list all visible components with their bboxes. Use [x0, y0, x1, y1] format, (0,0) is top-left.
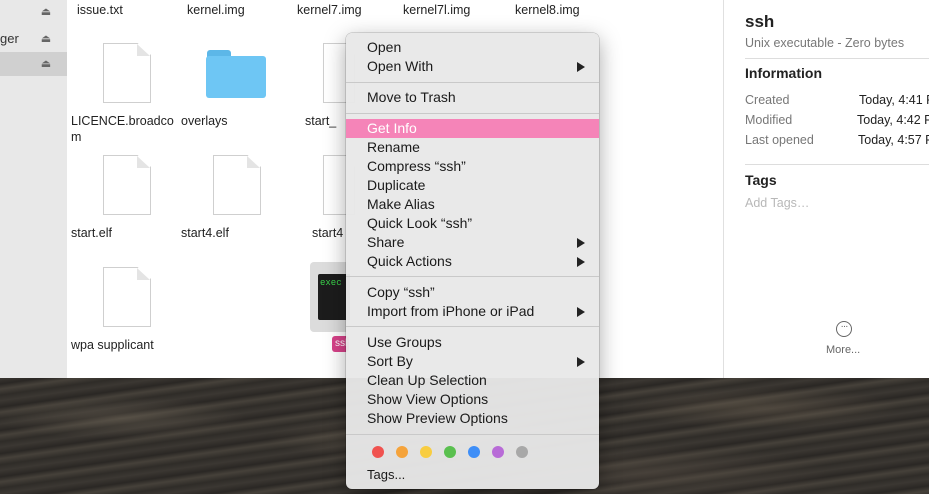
- file-label: start.elf: [71, 226, 112, 240]
- file-label: LICENCE.broadcom: [71, 114, 174, 144]
- menu-item-copy[interactable]: Copy “ssh”: [346, 283, 599, 302]
- context-menu: Open Open With Move to Trash Get Info Re…: [346, 33, 599, 489]
- last-opened-label: Last opened: [745, 133, 814, 147]
- file-label: start4.elf: [181, 226, 229, 240]
- more-button[interactable]: More...: [826, 344, 860, 356]
- menu-item-share[interactable]: Share: [346, 233, 599, 252]
- menu-item-import-from-iphone[interactable]: Import from iPhone or iPad: [346, 302, 599, 321]
- menu-item-get-info[interactable]: Get Info: [346, 119, 599, 138]
- tag-color-gray[interactable]: [516, 446, 528, 458]
- file-label-kernel[interactable]: kernel.img: [187, 2, 283, 18]
- created-value: Today, 4:41 P: [859, 93, 929, 107]
- tags-heading: Tags: [745, 172, 777, 188]
- page-fold-icon: [247, 156, 260, 168]
- menu-item-make-alias[interactable]: Make Alias: [346, 195, 599, 214]
- eject-icon[interactable]: ⏏: [40, 32, 52, 46]
- tag-color-yellow[interactable]: [420, 446, 432, 458]
- submenu-arrow-icon: [577, 238, 585, 248]
- file-label-kernel7[interactable]: kernel7.img: [297, 2, 393, 18]
- modified-value: Today, 4:42 P: [857, 113, 929, 127]
- tag-color-green[interactable]: [444, 446, 456, 458]
- menu-item-move-to-trash[interactable]: Move to Trash: [346, 88, 599, 107]
- sidebar-item-volume-selected[interactable]: ⏏: [0, 52, 67, 76]
- menu-item-show-view-options[interactable]: Show View Options: [346, 390, 599, 409]
- add-tags-input[interactable]: Add Tags…: [745, 196, 809, 210]
- file-label: wpa supplicant: [71, 338, 154, 352]
- menu-separator: [346, 326, 599, 327]
- inspector-title: ssh: [745, 12, 775, 31]
- menu-separator: [346, 82, 599, 83]
- menu-item-tags[interactable]: Tags...: [346, 466, 599, 485]
- executable-icon-selected[interactable]: exec: [310, 262, 350, 332]
- menu-item-show-preview-options[interactable]: Show Preview Options: [346, 409, 599, 428]
- menu-item-compress[interactable]: Compress “ssh”: [346, 157, 599, 176]
- menu-item-duplicate[interactable]: Duplicate: [346, 176, 599, 195]
- exec-icon-text: exec: [320, 278, 342, 288]
- eject-icon[interactable]: ⏏: [40, 5, 52, 19]
- sidebar-item-volume-1[interactable]: ⏏: [0, 0, 67, 24]
- inspector-subtitle: Unix executable - Zero bytes: [745, 36, 905, 50]
- more-icon[interactable]: ···: [836, 321, 852, 337]
- divider: [745, 164, 929, 165]
- submenu-arrow-icon: [577, 62, 585, 72]
- menu-item-sort-by[interactable]: Sort By: [346, 352, 599, 371]
- information-heading: Information: [745, 65, 822, 81]
- file-label: overlays: [181, 114, 228, 128]
- file-label-kernel7l[interactable]: kernel7l.img: [403, 2, 503, 18]
- menu-item-quick-look[interactable]: Quick Look “ssh”: [346, 214, 599, 233]
- eject-icon[interactable]: ⏏: [40, 57, 52, 71]
- menu-item-open-with[interactable]: Open With: [346, 57, 599, 76]
- sidebar: ⏏ ger ⏏ ⏏: [0, 0, 68, 378]
- tag-color-blue[interactable]: [468, 446, 480, 458]
- modified-label: Modified: [745, 113, 793, 127]
- menu-separator: [346, 276, 599, 277]
- menu-separator: [346, 113, 599, 114]
- submenu-arrow-icon: [577, 307, 585, 317]
- menu-item-rename[interactable]: Rename: [346, 138, 599, 157]
- menu-item-quick-actions[interactable]: Quick Actions: [346, 252, 599, 271]
- file-label-kernel8[interactable]: kernel8.img: [515, 2, 615, 18]
- folder-icon: [206, 56, 266, 98]
- menu-separator: [346, 434, 599, 435]
- divider: [745, 58, 929, 59]
- tag-color-red[interactable]: [372, 446, 384, 458]
- preview-inspector: ssh Unix executable - Zero bytes Informa…: [723, 0, 929, 378]
- tag-color-orange[interactable]: [396, 446, 408, 458]
- menu-item-use-groups[interactable]: Use Groups: [346, 333, 599, 352]
- file-label-issue[interactable]: issue.txt: [77, 2, 173, 18]
- created-label: Created: [745, 93, 790, 107]
- sidebar-item-volume-2[interactable]: ger ⏏: [0, 27, 67, 51]
- submenu-arrow-icon: [577, 357, 585, 367]
- submenu-arrow-icon: [577, 257, 585, 267]
- tag-color-purple[interactable]: [492, 446, 504, 458]
- menu-item-open[interactable]: Open: [346, 38, 599, 57]
- last-opened-value: Today, 4:57 P: [858, 133, 929, 147]
- sidebar-item-label: ger: [0, 31, 19, 46]
- menu-item-clean-up-selection[interactable]: Clean Up Selection: [346, 371, 599, 390]
